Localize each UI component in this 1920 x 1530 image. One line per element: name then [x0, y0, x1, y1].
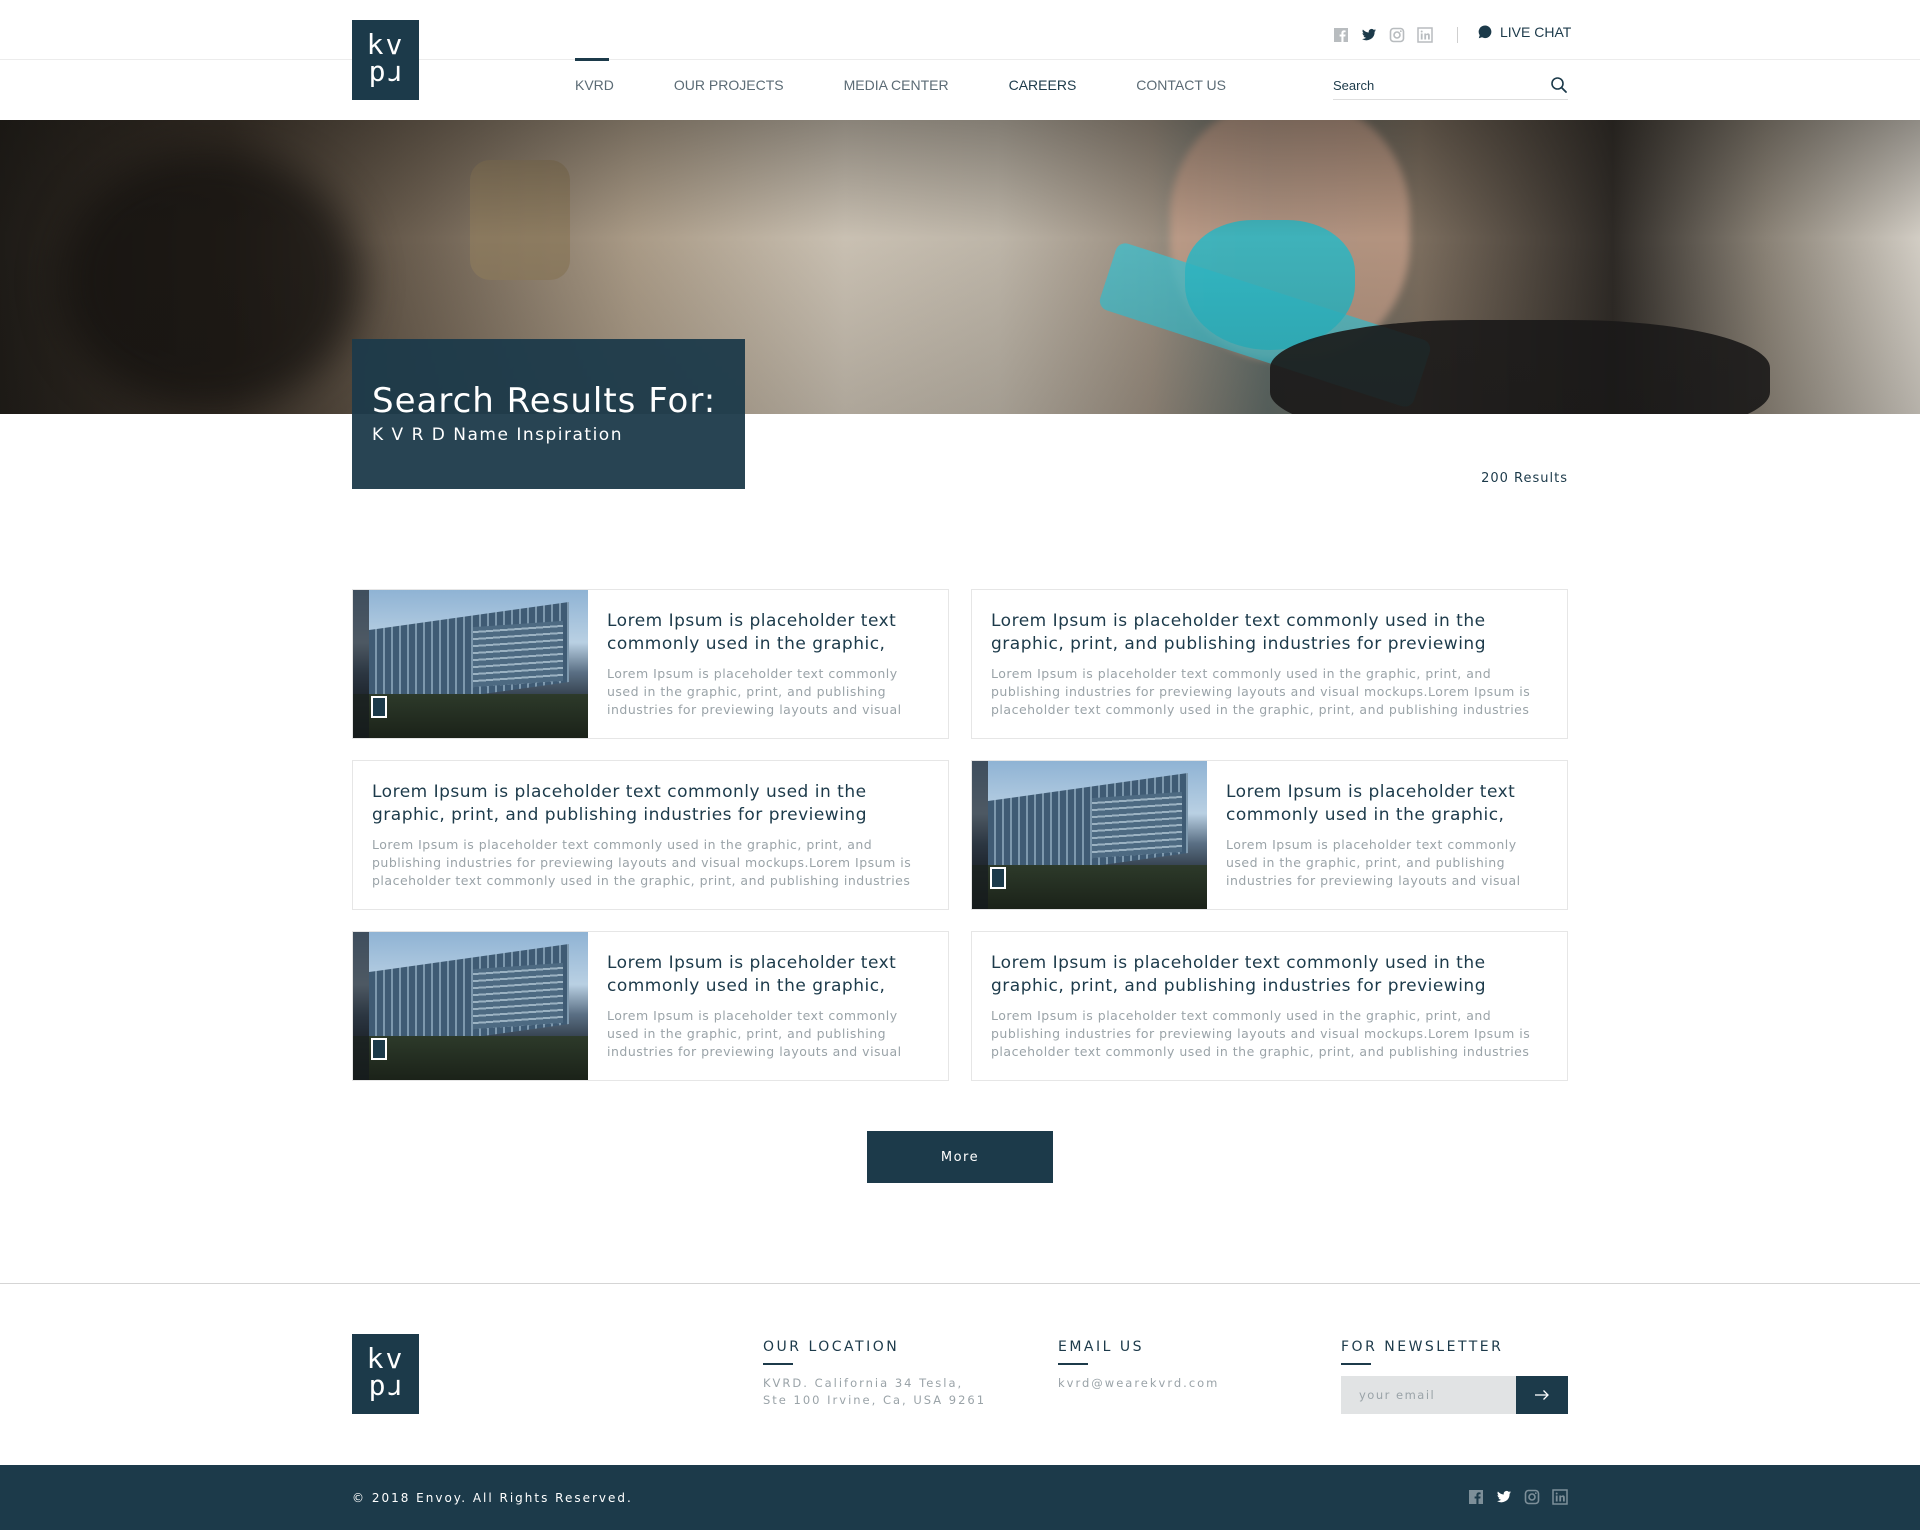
- result-title[interactable]: Lorem Ipsum is placeholder text commonly…: [991, 952, 1549, 998]
- nav-item-kvrd[interactable]: KVRD: [575, 58, 614, 93]
- nav-item-careers[interactable]: CAREERS: [1009, 58, 1077, 93]
- live-chat-button[interactable]: LIVE CHAT: [1478, 24, 1571, 40]
- result-description: Lorem Ipsum is placeholder text commonly…: [991, 1008, 1531, 1059]
- search-results-heading-card: Search Results For: K V R D Name Inspira…: [352, 339, 745, 489]
- footer-divider: [0, 1283, 1920, 1284]
- header-search: [1333, 74, 1568, 100]
- result-card[interactable]: Lorem Ipsum is placeholder text commonly…: [971, 589, 1568, 739]
- instagram-icon[interactable]: [1389, 27, 1405, 43]
- result-title[interactable]: Lorem Ipsum is placeholder text commonly…: [1226, 781, 1549, 827]
- result-title[interactable]: Lorem Ipsum is placeholder text commonly…: [991, 610, 1549, 656]
- newsletter-email-input[interactable]: [1341, 1376, 1516, 1414]
- page-title: Search Results For:: [372, 381, 717, 421]
- instagram-icon[interactable]: [1524, 1489, 1540, 1505]
- newsletter-submit-button[interactable]: [1516, 1376, 1568, 1414]
- header-vertical-divider: [1457, 27, 1458, 43]
- linkedin-icon[interactable]: [1552, 1489, 1568, 1505]
- email-link[interactable]: kvrd@wearekvrd.com: [1058, 1375, 1219, 1392]
- result-title[interactable]: Lorem Ipsum is placeholder text commonly…: [372, 781, 930, 827]
- footer-social-links: [1468, 1489, 1568, 1505]
- twitter-icon[interactable]: [1361, 27, 1377, 43]
- result-card[interactable]: Lorem Ipsum is placeholder text commonly…: [352, 931, 949, 1081]
- logo-line-1: kv: [366, 28, 405, 61]
- arrow-right-icon: [1535, 1390, 1549, 1400]
- footer-newsletter: FOR NEWSLETTER: [1341, 1339, 1503, 1365]
- results-grid: Lorem Ipsum is placeholder text commonly…: [352, 589, 1568, 1081]
- project-thumbnail: [972, 761, 1207, 909]
- location-line-2: Ste 100 Irvine, Ca, USA 9261: [763, 1393, 987, 1407]
- search-query: K V R D Name Inspiration: [372, 425, 623, 445]
- project-thumbnail: [353, 590, 588, 738]
- result-card[interactable]: Lorem Ipsum is placeholder text commonly…: [352, 589, 949, 739]
- search-input[interactable]: [1333, 74, 1533, 96]
- result-description: Lorem Ipsum is placeholder text commonly…: [607, 1008, 902, 1059]
- nav-item-contact-us[interactable]: CONTACT US: [1136, 58, 1226, 93]
- results-count: 200 Results: [1481, 471, 1568, 486]
- footer-kvrd-logo[interactable]: kv rd: [352, 1334, 419, 1414]
- live-chat-label: LIVE CHAT: [1500, 24, 1572, 40]
- kvrd-logo[interactable]: kv rd: [352, 20, 419, 100]
- heading-underline: [763, 1363, 793, 1365]
- main-nav: KVRD OUR PROJECTS MEDIA CENTER CAREERS C…: [575, 58, 1286, 93]
- linkedin-icon[interactable]: [1417, 27, 1433, 43]
- facebook-icon[interactable]: [1333, 27, 1349, 43]
- logo-line-2: rd: [366, 59, 405, 92]
- heading-underline: [1058, 1363, 1088, 1365]
- location-line-1: KVRD. California 34 Tesla,: [763, 1376, 964, 1390]
- footer-email: EMAIL US kvrd@wearekvrd.com: [1058, 1339, 1219, 1392]
- result-description: Lorem Ipsum is placeholder text commonly…: [1226, 837, 1521, 888]
- twitter-icon[interactable]: [1496, 1489, 1512, 1505]
- hero-banner-image: [0, 120, 1920, 414]
- logo-line-1: kv: [366, 1342, 405, 1375]
- copyright-text: © 2018 Envoy. All Rights Reserved.: [352, 1491, 633, 1505]
- newsletter-heading: FOR NEWSLETTER: [1341, 1339, 1504, 1355]
- result-title[interactable]: Lorem Ipsum is placeholder text commonly…: [607, 610, 930, 656]
- logo-line-2: rd: [366, 1373, 405, 1406]
- footer-location: OUR LOCATION KVRD. California 34 Tesla, …: [763, 1339, 986, 1409]
- nav-item-our-projects[interactable]: OUR PROJECTS: [674, 58, 784, 93]
- result-title[interactable]: Lorem Ipsum is placeholder text commonly…: [607, 952, 930, 998]
- footer-bottom-bar: © 2018 Envoy. All Rights Reserved.: [0, 1465, 1920, 1530]
- result-card[interactable]: Lorem Ipsum is placeholder text commonly…: [971, 760, 1568, 910]
- result-description: Lorem Ipsum is placeholder text commonly…: [607, 666, 902, 717]
- heading-underline: [1341, 1363, 1371, 1365]
- result-card[interactable]: Lorem Ipsum is placeholder text commonly…: [352, 760, 949, 910]
- more-button[interactable]: More: [867, 1131, 1053, 1183]
- location-heading: OUR LOCATION: [763, 1339, 900, 1355]
- email-heading: EMAIL US: [1058, 1339, 1145, 1355]
- facebook-icon[interactable]: [1468, 1489, 1484, 1505]
- result-card[interactable]: Lorem Ipsum is placeholder text commonly…: [971, 931, 1568, 1081]
- result-description: Lorem Ipsum is placeholder text commonly…: [372, 837, 912, 888]
- search-icon[interactable]: [1550, 76, 1568, 94]
- newsletter-form: [1341, 1376, 1568, 1414]
- chat-bubble-icon: [1478, 25, 1492, 39]
- nav-item-media-center[interactable]: MEDIA CENTER: [844, 58, 949, 93]
- project-thumbnail: [353, 932, 588, 1080]
- header-social-links: [1333, 27, 1433, 43]
- result-description: Lorem Ipsum is placeholder text commonly…: [991, 666, 1531, 717]
